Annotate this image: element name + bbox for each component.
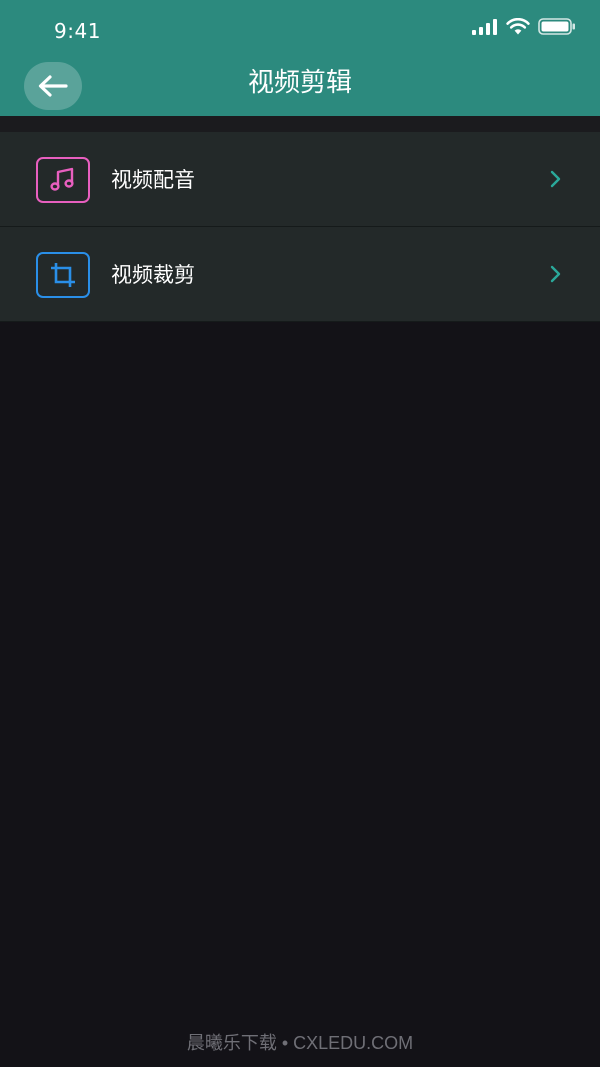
menu-list: 视频配音 视频裁剪 bbox=[0, 132, 600, 322]
chevron-right-icon bbox=[550, 170, 561, 188]
menu-item-video-crop[interactable]: 视频裁剪 bbox=[0, 227, 600, 322]
header-divider bbox=[0, 116, 600, 132]
battery-icon bbox=[538, 18, 575, 35]
crop-icon bbox=[51, 263, 75, 287]
page-title: 视频剪辑 bbox=[247, 68, 352, 98]
menu-item-label: 视频裁剪 bbox=[111, 263, 195, 287]
watermark: 晨曦乐下载 • CXLEDU.COM bbox=[186, 1033, 414, 1053]
app-header: 9:41 视频剪辑 bbox=[0, 0, 600, 116]
music-note-icon-box bbox=[36, 157, 90, 203]
signal-icon bbox=[472, 18, 497, 35]
music-note-icon bbox=[50, 167, 74, 191]
wifi-icon bbox=[506, 18, 530, 35]
crop-icon-box bbox=[36, 252, 90, 298]
status-icons bbox=[472, 18, 576, 35]
chevron-right-icon bbox=[550, 265, 561, 283]
menu-item-label: 视频配音 bbox=[111, 168, 195, 192]
status-time: 9:41 bbox=[54, 19, 101, 43]
menu-item-video-dubbing[interactable]: 视频配音 bbox=[0, 132, 600, 227]
